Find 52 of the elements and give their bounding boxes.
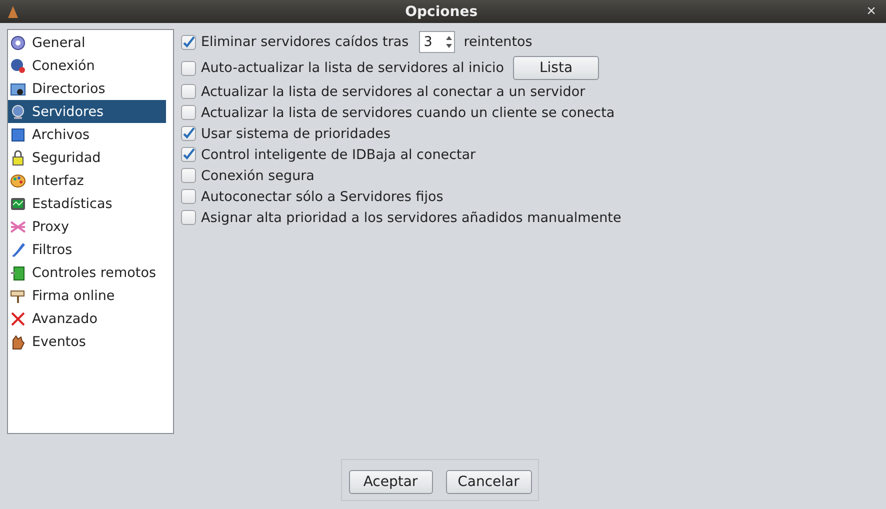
close-button[interactable]: × (862, 2, 880, 20)
padlock-icon (10, 150, 26, 166)
checkbox[interactable] (181, 105, 196, 120)
sidebar-item[interactable]: Eventos (8, 330, 166, 353)
sidebar-item[interactable]: Servidores (8, 100, 166, 123)
option-label: Conexión segura (201, 168, 314, 184)
option-label: Control inteligente de IDBaja al conectar (201, 146, 476, 162)
checkbox[interactable] (181, 210, 196, 225)
option-label: Auto-actualizar la lista de servidores al inicio (201, 60, 504, 76)
sidebar-item[interactable]: Avanzado (8, 307, 166, 330)
sidebar-item[interactable]: Conexión (8, 54, 166, 77)
door-icon (10, 264, 26, 280)
checkbox[interactable] (181, 147, 196, 162)
number-spinner[interactable]: 3 (418, 31, 455, 53)
sidebar-item[interactable]: Filtros (8, 238, 166, 261)
chart-monitor-icon (10, 196, 26, 212)
sidebar-item[interactable]: Proxy (8, 215, 166, 238)
option-label: Usar sistema de prioridades (201, 126, 391, 142)
checkbox[interactable] (181, 60, 196, 76)
option-suffix: reintentos (464, 34, 532, 50)
sidebar-item[interactable]: Firma online (8, 284, 166, 307)
cancel-button[interactable]: Cancelar (446, 470, 532, 494)
sidebar-item[interactable]: Interfaz (8, 169, 166, 192)
checkbox[interactable] (181, 189, 196, 204)
sidebar-item[interactable]: Archivos (8, 123, 166, 146)
feather-icon (10, 242, 26, 258)
monitor-icon (10, 104, 26, 120)
gear-icon (10, 34, 26, 50)
signpost-icon (10, 288, 26, 304)
option-label: Asignar alta prioridad a los servidores añadidos manualmente (201, 210, 622, 226)
sidebar-item[interactable]: General (8, 31, 166, 54)
sidebar-item[interactable]: Seguridad (8, 146, 166, 169)
option-label: Autoconectar sólo a Servidores fijos (201, 188, 444, 204)
sidebar-item[interactable]: Controles remotos (8, 261, 166, 284)
option-label: Actualizar la lista de servidores al conectar a un servidor (201, 84, 586, 100)
option-label: Eliminar servidores caídos tras (201, 34, 409, 50)
cone-icon (6, 4, 20, 18)
sidebar-item[interactable]: Directorios (8, 77, 166, 100)
palette-icon (10, 172, 26, 188)
window-title: Opciones (404, 4, 479, 20)
lattice-icon (10, 218, 26, 234)
list-button[interactable]: Lista (513, 56, 600, 80)
accept-button[interactable]: Aceptar (348, 470, 432, 494)
option-label: Actualizar la lista de servidores cuando un cliente se conecta (201, 104, 615, 120)
folder-icon (10, 80, 26, 96)
globe-icon (10, 58, 26, 74)
checkbox[interactable] (181, 168, 196, 183)
checkbox[interactable] (181, 126, 196, 141)
checkbox[interactable] (181, 84, 196, 99)
checkbox[interactable] (181, 34, 196, 50)
sidebar-item[interactable]: Estadísticas (8, 192, 166, 215)
cross-icon (10, 310, 26, 326)
